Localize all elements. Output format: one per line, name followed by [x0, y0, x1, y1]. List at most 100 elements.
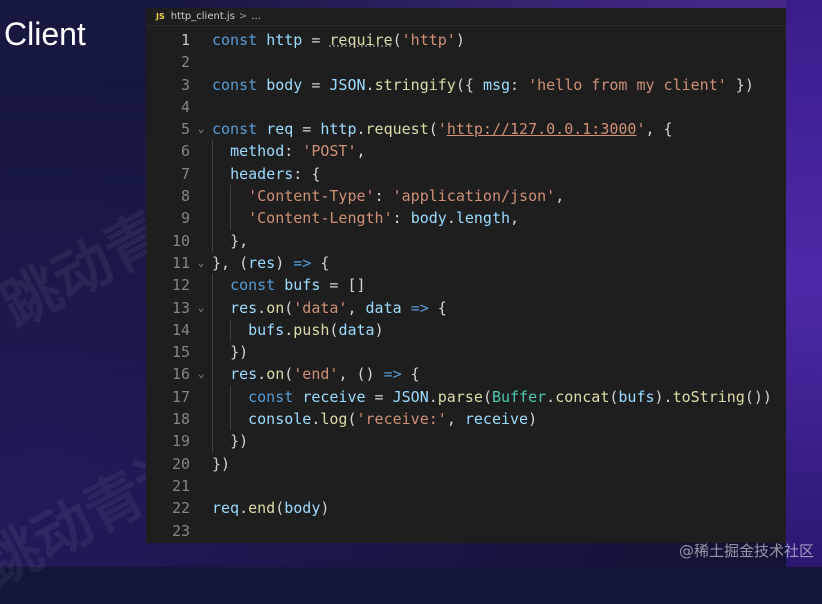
line-number: 3 [180, 75, 190, 94]
indent-guide [212, 363, 213, 386]
code-token: ( [347, 410, 357, 429]
fold-gutter [190, 408, 212, 430]
code-line[interactable]: 11 ⌄}, (res) => { [146, 252, 786, 274]
code-token: => [410, 298, 429, 317]
fold-gutter [190, 430, 212, 452]
code-line[interactable]: 15 }) [146, 341, 786, 364]
code-line[interactable]: 10 }, [146, 229, 786, 252]
editor-tab[interactable]: JS http_client.js > ... [146, 8, 786, 26]
code-line[interactable]: 16 ⌄ res.on('end', () => { [146, 363, 786, 386]
code-text[interactable]: }) [212, 341, 248, 364]
tab-filename: http_client.js [170, 11, 235, 22]
code-line[interactable]: 22 req.end(body) [146, 497, 786, 519]
code-line[interactable]: 2 [146, 51, 786, 73]
code-text[interactable]: }, [212, 229, 249, 252]
fold-gutter [190, 453, 212, 475]
fold-gutter [190, 74, 212, 96]
code-token: headers [230, 164, 294, 183]
code-text[interactable]: bufs.push(data) [212, 318, 384, 342]
code-text[interactable]: const http = require('http') [212, 29, 465, 51]
code-line[interactable]: 21 [146, 475, 786, 497]
fold-gutter [190, 29, 212, 51]
code-line[interactable]: 18 console.log('receive:', receive) [146, 408, 786, 431]
code-token: bufs [618, 387, 655, 406]
code-token: 'hello from my client' [528, 75, 727, 94]
fold-gutter [190, 51, 212, 73]
code-line[interactable]: 9 'Content-Length': body.length, [146, 207, 786, 230]
code-text[interactable]: method: 'POST', [212, 140, 366, 163]
code-token: JSON [329, 75, 366, 94]
code-line[interactable]: 3 const body = JSON.stringify({ msg: 'hel… [146, 74, 786, 96]
javascript-file-icon: JS [156, 12, 165, 21]
code-text[interactable]: headers: { [212, 162, 320, 186]
code-text[interactable]: 'Content-Type': 'application/json', [212, 185, 565, 208]
code-token: msg [482, 75, 511, 94]
code-token: const [212, 120, 267, 139]
code-token: res [248, 253, 276, 272]
fold-chevron-icon[interactable]: ⌄ [190, 252, 212, 274]
code-token: JSON [392, 387, 429, 406]
code-text[interactable]: const bufs = [] [212, 274, 366, 297]
code-token: Buffer [491, 387, 547, 406]
code-line[interactable]: 1 const http = require('http') [146, 29, 786, 51]
code-text[interactable]: req.end(body) [212, 497, 329, 519]
code-token: . [446, 209, 456, 228]
code-token: stringify [374, 75, 456, 94]
indent-guide [230, 185, 232, 208]
code-text[interactable]: res.on('data', data => { [212, 296, 447, 319]
code-line[interactable]: 8 'Content-Type': 'application/json', [146, 185, 786, 208]
code-token: http [266, 31, 303, 49]
breadcrumb-separator-icon: > [238, 11, 248, 22]
code-line[interactable]: 4 [146, 96, 786, 118]
code-token: http [320, 120, 357, 139]
code-text[interactable]: const req = http.request('http://127.0.0… [212, 118, 673, 140]
code-line[interactable]: 6 method: 'POST', [146, 140, 786, 163]
code-editor[interactable]: JS http_client.js > ... 1 const http = re… [146, 8, 786, 543]
code-token: . [257, 298, 267, 317]
fold-gutter [190, 96, 212, 118]
code-token: bufs [248, 320, 285, 339]
code-token: , [555, 187, 565, 206]
code-line[interactable]: 23 [146, 520, 786, 542]
code-text[interactable]: const body = JSON.stringify({ msg: 'hell… [212, 74, 754, 96]
code-line[interactable]: 14 bufs.push(data) [146, 318, 786, 342]
code-token: on [266, 298, 285, 317]
indent-guide [212, 408, 213, 431]
fold-chevron-icon[interactable]: ⌄ [190, 363, 212, 385]
code-text[interactable]: const receive = JSON.parse(Buffer.concat… [212, 385, 772, 409]
code-token: }, [230, 231, 249, 250]
code-line[interactable]: 12 const bufs = [] [146, 274, 786, 297]
breadcrumb-more[interactable]: ... [251, 11, 261, 22]
code-text[interactable]: console.log('receive:', receive) [212, 408, 537, 431]
line-number: 1 [180, 31, 190, 49]
code-line[interactable]: 19 }) [146, 430, 786, 453]
code-line[interactable]: 7 headers: { [146, 162, 786, 186]
code-text[interactable]: }, (res) => { [212, 252, 329, 274]
code-text[interactable]: res.on('end', () => { [212, 363, 420, 386]
code-token: 'Content-Type' [248, 187, 375, 206]
code-token: res [230, 298, 258, 317]
code-token: = [] [320, 276, 366, 295]
fold-chevron-icon[interactable]: ⌄ [190, 118, 212, 140]
code-line[interactable]: 20}) [146, 453, 786, 475]
code-text[interactable]: 'Content-Length': body.length, [212, 207, 519, 230]
indent-guide [212, 385, 213, 409]
code-text[interactable]: }) [212, 453, 230, 475]
code-line[interactable]: 5 ⌄ const req = http.request('http://127.0… [146, 118, 786, 140]
code-token: ) [275, 253, 294, 272]
code-token: => [293, 253, 312, 272]
code-line[interactable]: 17 const receive = JSON.parse(Buffer.con… [146, 385, 786, 409]
code-token: 'application/json' [392, 187, 556, 206]
code-token: const [230, 276, 285, 295]
code-token: }, ( [212, 253, 249, 272]
fold-gutter [190, 163, 212, 185]
code-lines[interactable]: 1 const http = require('http') 2 3 const bod… [146, 29, 786, 542]
code-text[interactable]: }) [212, 430, 248, 453]
fold-chevron-icon[interactable]: ⌄ [190, 297, 212, 319]
line-number: 7 [180, 164, 190, 183]
code-token: = [365, 387, 393, 406]
code-line[interactable]: 13 ⌄ res.on('data', data => { [146, 296, 786, 319]
code-token: }) [212, 454, 231, 473]
fold-gutter [190, 341, 212, 363]
code-token: receive [302, 387, 366, 406]
